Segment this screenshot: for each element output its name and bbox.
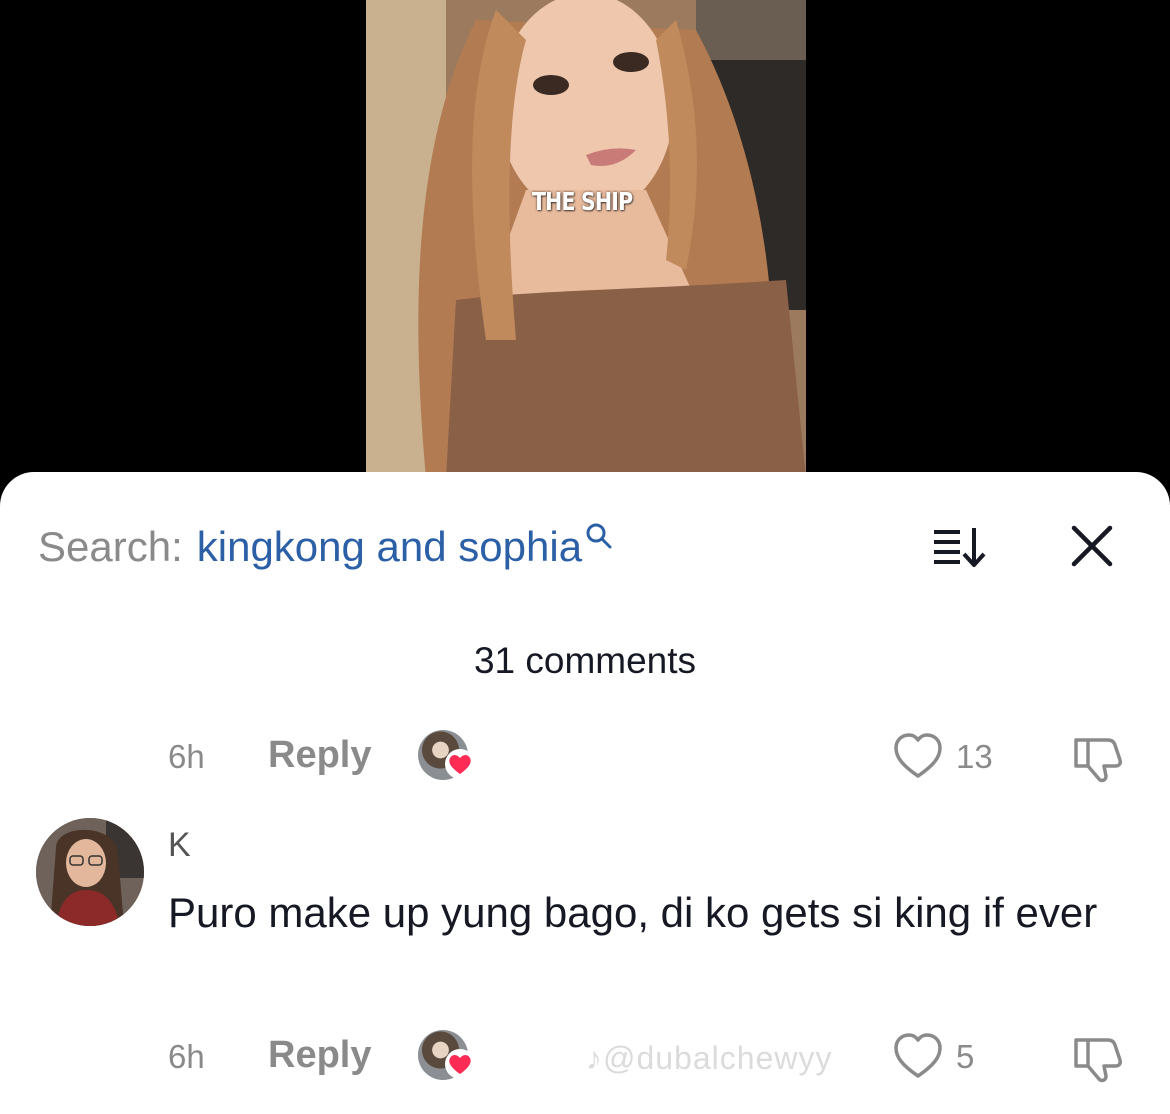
watermark-text: @dubalchewyy [603,1040,833,1076]
sort-icon[interactable] [930,524,990,570]
dislike-icon[interactable] [1070,732,1126,784]
reply-button[interactable]: Reply [268,1034,371,1077]
comments-sheet: Search: kingkong and sophia 31 comments … [0,472,1170,1114]
dislike-icon[interactable] [1070,1032,1126,1084]
heart-outline-icon[interactable] [892,732,944,780]
video-caption-text: THE SHIP [532,187,633,216]
tiktok-comments-screen: THE SHIP Search: kingkong and sophia 31 … [0,0,1170,1114]
heart-badge-icon [445,749,475,779]
search-bar[interactable]: Search: kingkong and sophia [38,522,614,572]
avatar-image [36,818,144,926]
creator-liked-avatar [418,1030,475,1080]
like-count: 5 [956,1038,975,1075]
search-icon [586,523,612,549]
creator-liked-avatar [418,730,475,780]
search-label: Search: [38,523,183,570]
video-preview[interactable]: THE SHIP [366,0,806,478]
heart-outline-icon[interactable] [892,1032,944,1080]
comment-actions-row: 6h Reply 13 [0,730,1170,786]
like-count: 13 [956,738,993,775]
reply-button[interactable]: Reply [268,734,371,777]
comment-time: 6h [168,1038,205,1075]
comments-count: 31 comments [473,640,697,681]
search-query-link[interactable]: kingkong and sophia [197,523,582,571]
comment-time: 6h [168,738,205,775]
tiktok-logo-icon: ♪ [586,1040,603,1076]
close-icon[interactable] [1070,524,1114,568]
comment-actions-row: 6h Reply 5 [0,1030,1170,1086]
tiktok-watermark: ♪@dubalchewyy [586,1040,832,1077]
comment-text: Puro make up yung bago, di ko gets si ki… [168,889,1098,936]
avatar[interactable] [36,818,144,926]
heart-badge-icon [445,1049,475,1079]
video-frame-image [366,0,806,478]
comment-username[interactable]: K [168,826,191,865]
